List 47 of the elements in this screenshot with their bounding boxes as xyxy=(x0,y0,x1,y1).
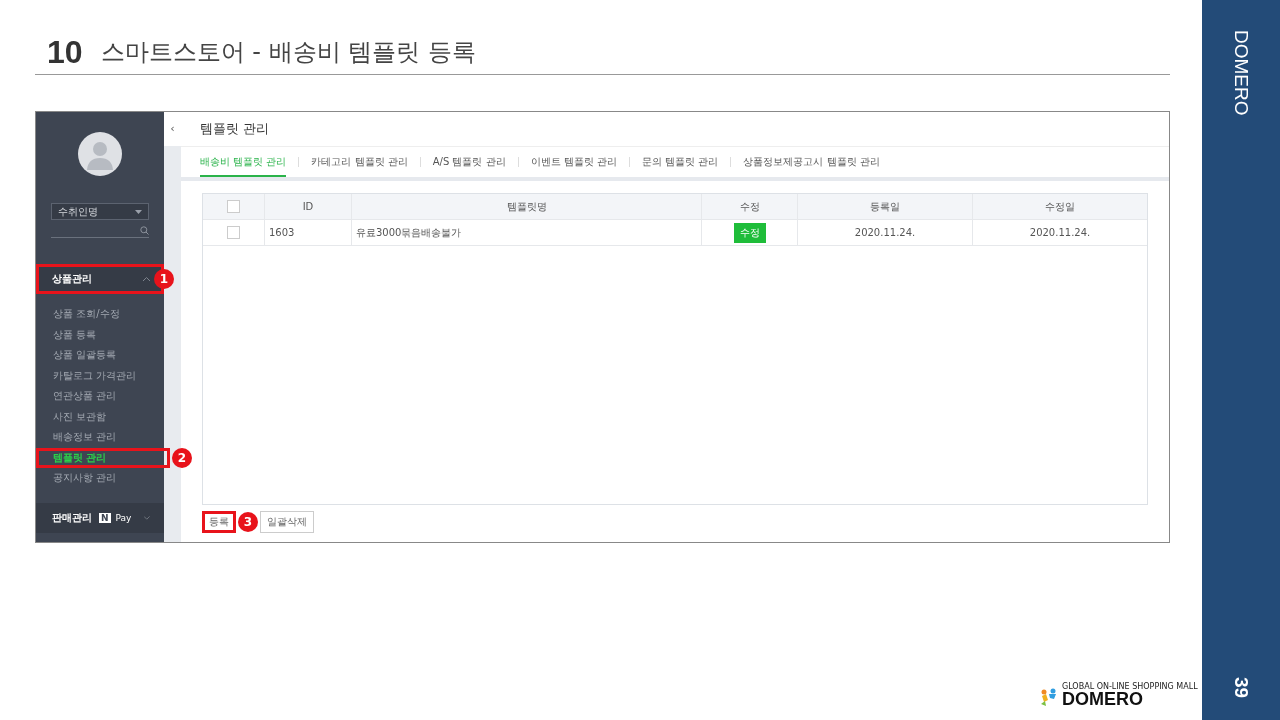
callout-badge: 3 xyxy=(238,512,258,532)
dropdown-caret-icon xyxy=(135,209,142,214)
tab[interactable]: 상품정보제공고시 템플릿 관리 xyxy=(743,147,880,177)
logo-tagline: GLOBAL ON-LINE SHOPPING MALL xyxy=(1062,682,1198,691)
slide-title: 스마트스토어 - 배송비 템플릿 등록 xyxy=(100,37,476,68)
action-button[interactable]: 등록 xyxy=(202,511,236,533)
tab[interactable]: 카테고리 템플릿 관리 xyxy=(311,147,408,177)
column-header: 템플릿명 xyxy=(352,194,702,219)
slide-number: 10 xyxy=(47,33,83,71)
menu-item[interactable]: 템플릿 관리 xyxy=(36,447,170,468)
chevron-icon[interactable] xyxy=(143,277,150,281)
menu-section[interactable]: 판매관리 xyxy=(52,510,92,525)
avatar-icon xyxy=(78,132,122,176)
naver-badge: N xyxy=(99,512,111,523)
table-cell: 유료3000묶음배송불가 xyxy=(352,220,702,245)
page-number: 39 xyxy=(1230,676,1252,698)
tab[interactable]: 문의 템플릿 관리 xyxy=(642,147,719,177)
checkbox[interactable] xyxy=(227,200,240,213)
menu-item[interactable]: 공지사항 관리 xyxy=(36,468,164,489)
collapse-button[interactable]: ‹ xyxy=(164,112,181,146)
column-header: 등록일 xyxy=(798,194,973,219)
search-field[interactable] xyxy=(51,223,149,238)
page-title: 템플릿 관리 xyxy=(181,112,1169,147)
table-cell: 1603 xyxy=(265,220,352,245)
menu-section[interactable]: 상품관리 xyxy=(52,272,92,286)
chevron-icon[interactable] xyxy=(144,515,150,520)
menu-item[interactable]: 배송정보 관리 xyxy=(36,427,164,448)
menu-item[interactable]: 상품 등록 xyxy=(36,324,164,345)
action-button[interactable]: 일괄삭제 xyxy=(260,511,314,533)
menu-item[interactable]: 사진 보관함 xyxy=(36,406,164,427)
brand-name: DOMERO xyxy=(1230,30,1252,116)
table-cell-text: 2020.11.24. xyxy=(1028,226,1092,240)
pay-label: Pay xyxy=(115,512,132,523)
menu-item[interactable]: 상품 일괄등록 xyxy=(36,345,164,366)
column-header: 수정 xyxy=(702,194,798,219)
column-header: ID xyxy=(265,194,352,219)
menu-item[interactable]: 연관상품 관리 xyxy=(36,386,164,407)
menu-item[interactable]: 상품 조회/수정 xyxy=(36,304,164,325)
tab[interactable]: 이벤트 템플릿 관리 xyxy=(530,147,617,177)
menu-item[interactable]: 카탈로그 가격관리 xyxy=(36,365,164,386)
tab[interactable]: A/S 템플릿 관리 xyxy=(432,147,506,177)
column-header: 수정일 xyxy=(1044,199,1076,214)
checkbox[interactable] xyxy=(227,226,240,239)
logo-name: DOMERO xyxy=(1062,691,1144,708)
table-cell: 2020.11.24. xyxy=(798,220,973,245)
search-icon xyxy=(140,225,149,235)
select-field[interactable]: 수취인명 xyxy=(51,203,149,220)
